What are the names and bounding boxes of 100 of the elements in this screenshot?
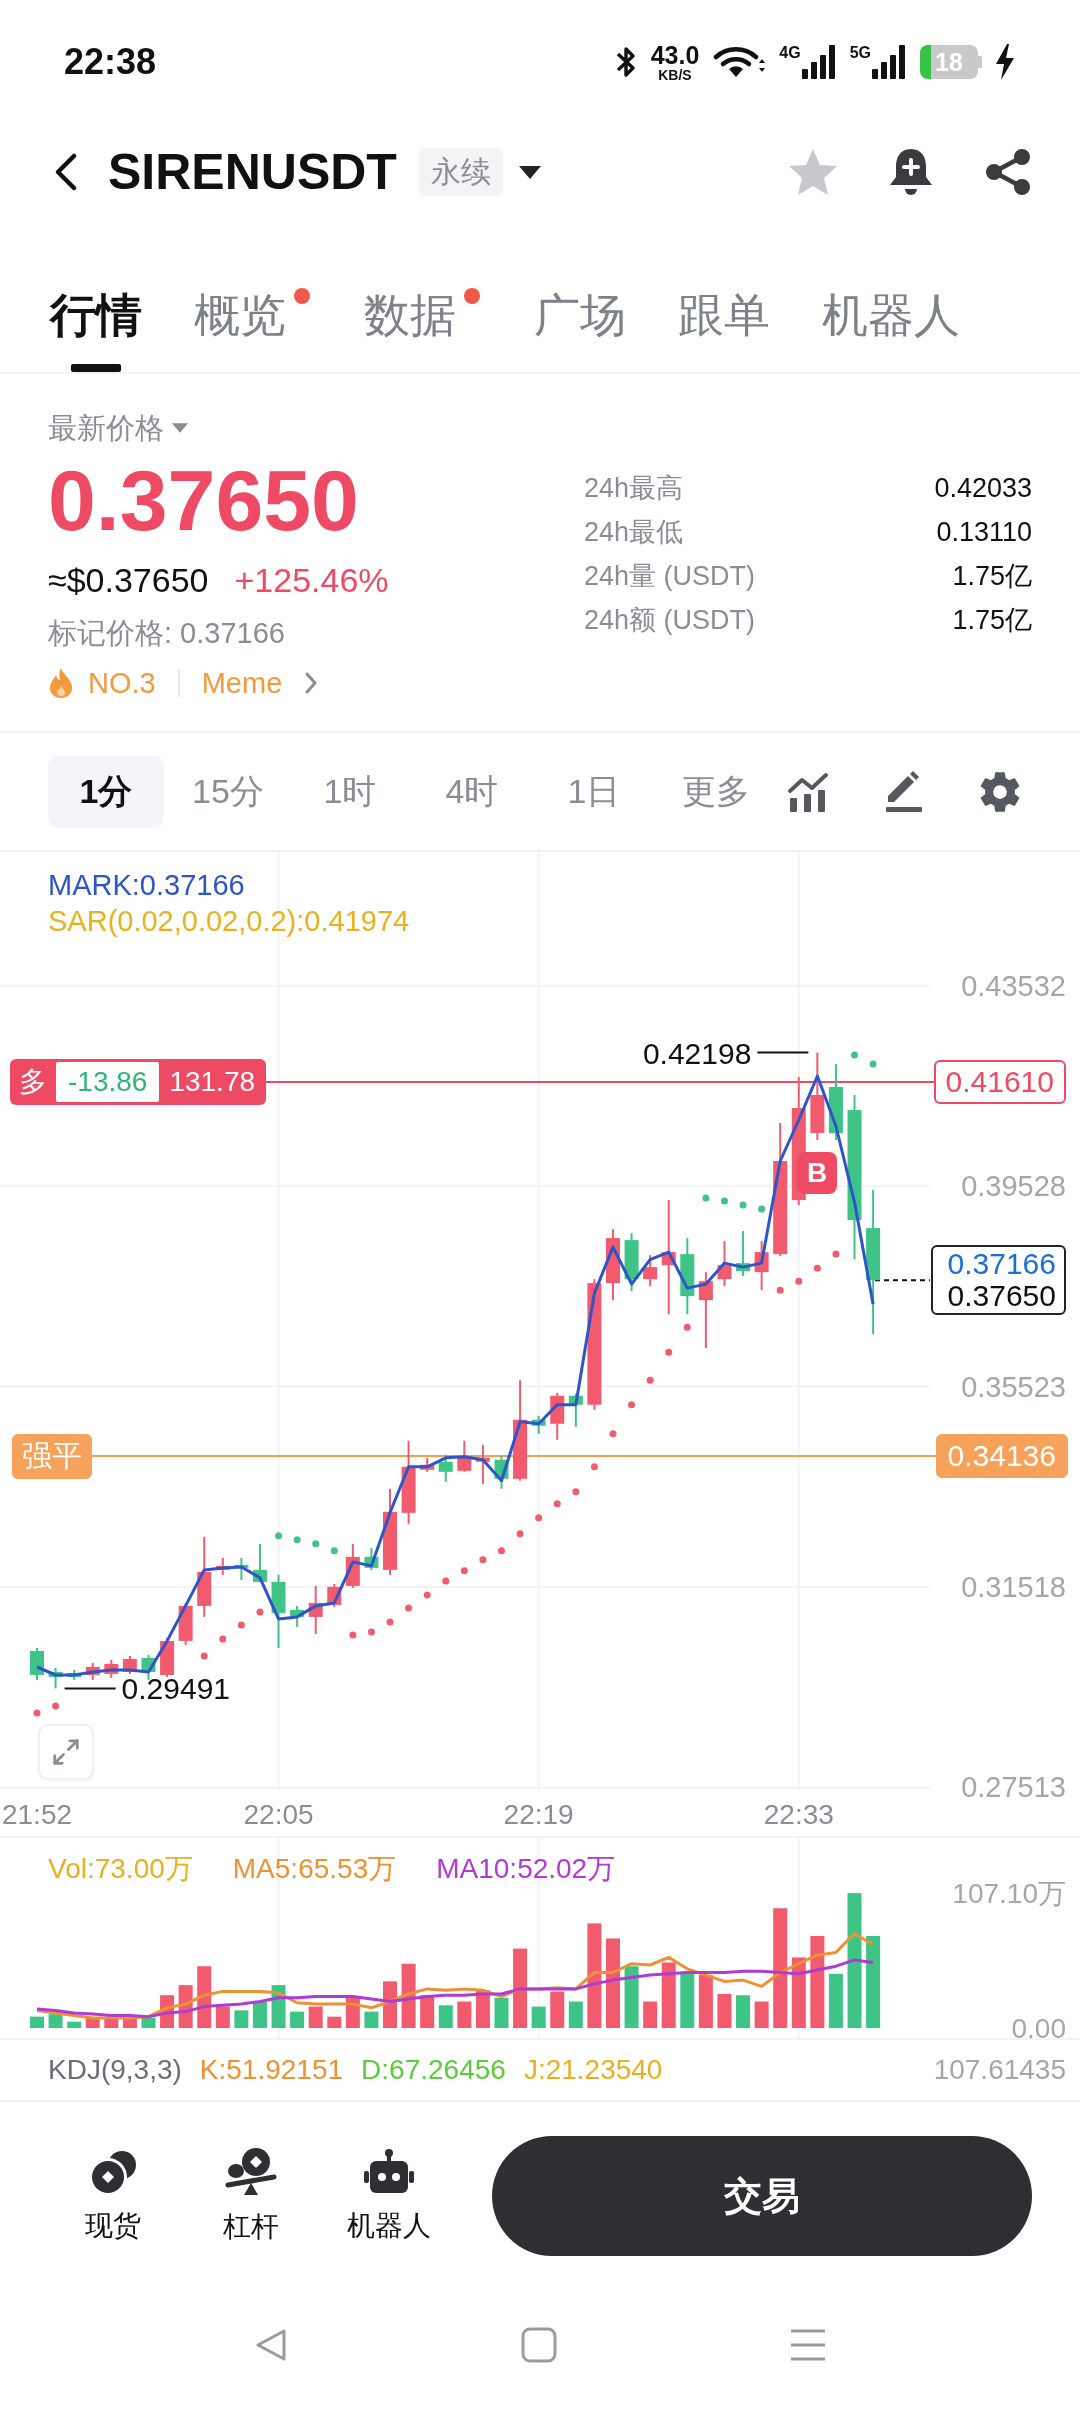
- volume-bar: [698, 1975, 713, 2028]
- candlestick: [643, 1254, 658, 1288]
- leader-line: [63, 1687, 117, 1690]
- price-type-label: 最新价格: [48, 411, 164, 446]
- sar-dot: [776, 1286, 784, 1294]
- usd-price: ≈$0.37650: [48, 560, 209, 600]
- settings-icon[interactable]: [978, 769, 1022, 814]
- tab[interactable]: 跟单: [678, 280, 770, 372]
- shortcut-button[interactable]: 机器人: [329, 2148, 449, 2244]
- volume-bar: [122, 2017, 137, 2028]
- last-price-value: 0.37650: [947, 1280, 1056, 1313]
- sar-dot: [683, 1323, 691, 1331]
- sar-dot: [423, 1591, 431, 1599]
- buy-marker: B: [797, 1152, 837, 1194]
- candlestick: [327, 1582, 342, 1608]
- candlestick: [122, 1654, 137, 1675]
- candlestick: [345, 1542, 360, 1589]
- home-icon[interactable]: [521, 2327, 557, 2363]
- signal-icon: [801, 45, 836, 79]
- timeframe-tab[interactable]: 1时: [292, 755, 408, 828]
- volume-bar: [457, 2001, 472, 2028]
- share-icon[interactable]: [984, 147, 1032, 197]
- candlestick: [290, 1604, 305, 1628]
- time-axis-label: 22:05: [243, 1799, 314, 1830]
- price-axis-label: 0.27513: [961, 1771, 1066, 1804]
- legend-label: MA10:52.02万: [436, 1852, 616, 1886]
- timeframe-tab[interactable]: 4时: [414, 755, 530, 828]
- position-price-tag: 0.41610: [933, 1059, 1066, 1104]
- sar-dot: [646, 1376, 654, 1384]
- time-axis-label: 22:19: [503, 1799, 574, 1830]
- timeframe-tab[interactable]: 1分: [48, 755, 164, 828]
- volume-bar: [736, 1995, 751, 2028]
- trade-button[interactable]: 交易: [492, 2136, 1032, 2256]
- stat-label: 24h额 (USDT): [584, 604, 756, 637]
- liquidation-price-tag: 0.34136: [935, 1433, 1068, 1478]
- candlestick: [717, 1240, 732, 1288]
- position-tag[interactable]: 多 -13.86 131.78: [10, 1058, 267, 1105]
- expand-button[interactable]: [38, 1724, 94, 1780]
- liquidation-tag: 强平: [12, 1433, 92, 1479]
- volume-bar: [438, 2005, 453, 2028]
- tab[interactable]: 机器人: [822, 280, 960, 372]
- time-axis-label: 21:52: [1, 1799, 73, 1830]
- legend-label: MA5:65.53万: [232, 1852, 397, 1886]
- tab[interactable]: 行情: [50, 280, 142, 372]
- shortcut-button[interactable]: 现货: [53, 2148, 173, 2244]
- menu-icon[interactable]: [789, 2328, 827, 2362]
- caret-icon[interactable]: [518, 165, 541, 179]
- sar-dot: [386, 1618, 394, 1626]
- volume-bar: [197, 1966, 212, 2028]
- price-change: +125.46%: [234, 560, 389, 600]
- timeframe-tab[interactable]: 1日: [536, 755, 652, 828]
- expand-icon: [51, 1737, 81, 1767]
- leader-line: [874, 1279, 931, 1282]
- candlestick: [550, 1391, 565, 1441]
- bell-icon[interactable]: [888, 147, 934, 197]
- sar-dot: [869, 1060, 877, 1068]
- tab[interactable]: 广场: [534, 280, 626, 372]
- shortcut-button[interactable]: 杠杆: [191, 2147, 311, 2245]
- volume-bar: [85, 2017, 100, 2028]
- volume-bar: [67, 2021, 82, 2028]
- volume-bar: [48, 2014, 63, 2028]
- tab[interactable]: 概览: [194, 280, 312, 372]
- volume-bar: [401, 1963, 416, 2028]
- volume-bar: [308, 2006, 323, 2028]
- sar-dot: [498, 1547, 505, 1555]
- candlestick: [141, 1653, 156, 1681]
- volume-axis-label: 0.00: [1011, 2013, 1066, 2038]
- timeframe-tab[interactable]: 15分: [170, 755, 286, 828]
- volume-bar: [104, 2017, 119, 2028]
- candlestick: [308, 1584, 323, 1635]
- sar-dot: [795, 1277, 803, 1285]
- timeframe-tab[interactable]: 更多: [658, 755, 774, 828]
- sar-dot: [516, 1530, 524, 1538]
- stat-value: 1.75亿: [952, 604, 1032, 637]
- stat-label: 24h量 (USDT): [584, 560, 756, 593]
- sar-dot: [275, 1532, 283, 1540]
- star-icon[interactable]: [788, 148, 838, 196]
- bluetooth-icon: [614, 44, 637, 80]
- price-axis-label: 0.35523: [961, 1370, 1066, 1403]
- sar-dot: [628, 1401, 636, 1409]
- candlestick: [736, 1230, 751, 1278]
- volume-axis-label: 107.10万: [952, 1878, 1066, 1909]
- sar-dot: [330, 1547, 338, 1555]
- seesaw-coin-icon: [225, 2147, 277, 2197]
- sector-link[interactable]: Meme: [201, 663, 319, 703]
- wifi-icon: [713, 45, 766, 79]
- price-axis-label: 0.43532: [961, 969, 1066, 1002]
- candlestick: [438, 1453, 453, 1483]
- sar-dot: [237, 1621, 245, 1629]
- volume-bar: [661, 1962, 676, 2028]
- tab[interactable]: 数据: [364, 280, 482, 372]
- candlestick: [420, 1456, 435, 1473]
- candlestick: [531, 1414, 546, 1435]
- volume-bar: [327, 2016, 342, 2028]
- status-time: 22:38: [64, 41, 157, 83]
- sar-dot: [349, 1631, 357, 1639]
- volume-bar: [234, 2010, 249, 2028]
- time-axis-label: 22:33: [763, 1799, 834, 1830]
- volume-bar: [30, 2016, 44, 2028]
- chevron-right-icon: [304, 671, 319, 695]
